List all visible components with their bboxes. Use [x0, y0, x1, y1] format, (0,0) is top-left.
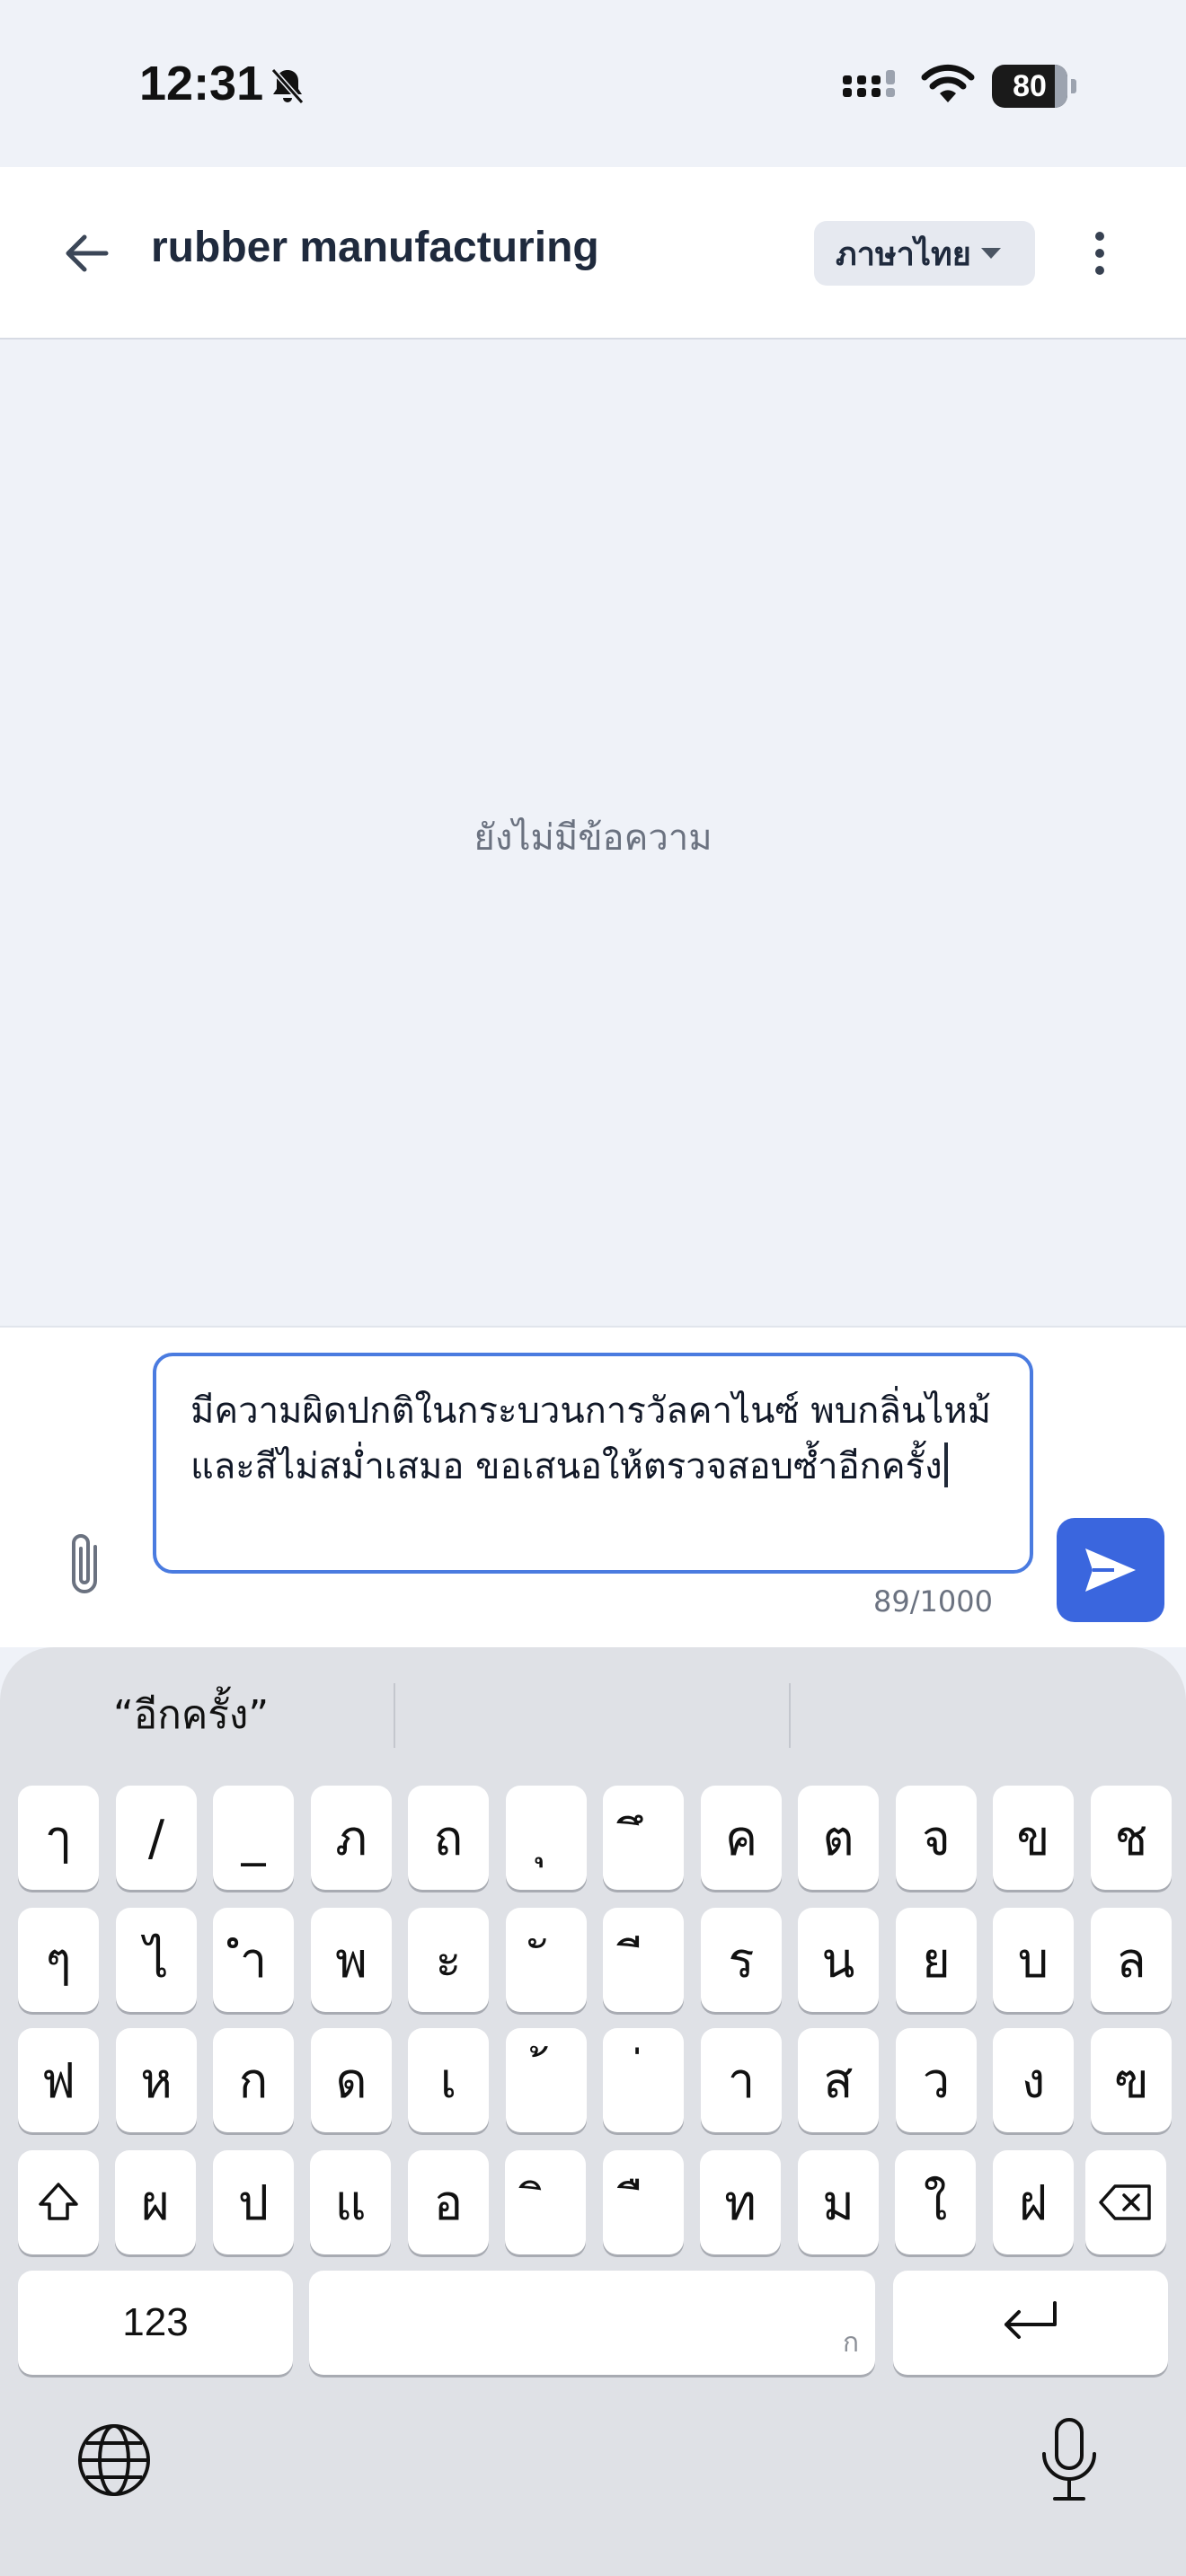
chevron-down-icon	[981, 248, 1001, 259]
key-row3-2[interactable]: ก	[213, 2028, 294, 2132]
key-row4-4[interactable]: ิ	[505, 2150, 586, 2254]
key-row2-7[interactable]: ร	[701, 1908, 782, 2012]
key-row1-6[interactable]: ึ	[603, 1786, 684, 1890]
more-vertical-icon	[1095, 232, 1104, 241]
status-time: 12:31	[139, 57, 264, 110]
battery-icon: 80	[992, 65, 1076, 108]
key-row4-7[interactable]: ม	[798, 2150, 879, 2254]
key-row1-1[interactable]: /	[116, 1786, 197, 1890]
bell-slash-icon	[270, 68, 305, 104]
key-row3-6[interactable]: ่	[603, 2028, 684, 2132]
shift-key[interactable]	[18, 2150, 99, 2254]
back-arrow-icon	[66, 234, 109, 272]
space-key[interactable]: ก	[309, 2271, 875, 2375]
key-row2-3[interactable]: พ	[311, 1908, 392, 2012]
send-button[interactable]	[1057, 1518, 1164, 1622]
message-list: ยังไม่มีข้อความ	[0, 340, 1186, 1328]
key-row3-1[interactable]: ห	[116, 2028, 197, 2132]
more-options-button[interactable]	[1078, 221, 1121, 286]
suggestion-1[interactable]: “อีกครั้ง”	[113, 1683, 269, 1746]
key-row1-8[interactable]: ต	[798, 1786, 879, 1890]
key-row2-4[interactable]: ะ	[408, 1908, 489, 2012]
key-row1-7[interactable]: ค	[701, 1786, 782, 1890]
key-row1-3[interactable]: ภ	[311, 1786, 392, 1890]
key-row3-9[interactable]: ว	[896, 2028, 977, 2132]
key-row2-2[interactable]: ำ	[213, 1908, 294, 2012]
key-row2-8[interactable]: น	[798, 1908, 879, 2012]
key-row1-5[interactable]: ุ	[506, 1786, 587, 1890]
thai-keyboard: “อีกครั้ง” ๅ/_ภถุึคตจขชๆไำพะัีรนยบลฟหกดเ…	[0, 1647, 1186, 2576]
app-header: rubber manufacturing ภาษาไทย	[0, 167, 1186, 340]
char-counter: 89/1000	[873, 1584, 993, 1619]
globe-icon[interactable]	[74, 2420, 155, 2501]
key-row4-5[interactable]: ื	[603, 2150, 684, 2254]
key-row2-11[interactable]: ล	[1091, 1908, 1172, 2012]
battery-level: 80	[992, 65, 1067, 108]
backspace-icon	[1099, 2184, 1151, 2220]
key-row4-9[interactable]: ฝ	[993, 2150, 1074, 2254]
key-row4-1[interactable]: ป	[213, 2150, 294, 2254]
send-icon	[1085, 1548, 1136, 1592]
microphone-icon[interactable]	[1033, 2414, 1105, 2504]
key-row3-4[interactable]: เ	[408, 2028, 489, 2132]
key-row4-0[interactable]: ผ	[115, 2150, 196, 2254]
key-row2-1[interactable]: ไ	[116, 1908, 197, 2012]
key-row3-5[interactable]: ้	[506, 2028, 587, 2132]
key-row3-7[interactable]: า	[701, 2028, 782, 2132]
language-select[interactable]: ภาษาไทย	[814, 221, 1035, 286]
message-input-text: มีความผิดปกติในกระบวนการวัลคาไนซ์ พบกลิ่…	[190, 1390, 992, 1487]
key-row1-11[interactable]: ช	[1091, 1786, 1172, 1890]
return-key[interactable]	[893, 2271, 1168, 2375]
numbers-key[interactable]: 123	[18, 2271, 293, 2375]
key-row4-2[interactable]: แ	[310, 2150, 391, 2254]
key-row2-6[interactable]: ี	[603, 1908, 684, 2012]
key-row3-0[interactable]: ฟ	[18, 2028, 99, 2132]
page-title: rubber manufacturing	[151, 224, 599, 271]
key-row4-3[interactable]: อ	[408, 2150, 489, 2254]
key-row2-5[interactable]: ั	[506, 1908, 587, 2012]
key-row1-10[interactable]: ข	[993, 1786, 1074, 1890]
key-row2-10[interactable]: บ	[993, 1908, 1074, 2012]
key-row1-0[interactable]: ๅ	[18, 1786, 99, 1890]
status-bar: 12:31 80	[0, 0, 1186, 167]
back-button[interactable]	[54, 221, 119, 286]
key-row1-9[interactable]: จ	[896, 1786, 977, 1890]
backspace-key[interactable]	[1085, 2150, 1166, 2254]
paperclip-icon[interactable]	[59, 1527, 113, 1602]
space-hint: ก	[842, 2327, 859, 2359]
key-row3-3[interactable]: ด	[311, 2028, 392, 2132]
key-row1-4[interactable]: ถ	[408, 1786, 489, 1890]
signal-icon	[843, 70, 895, 97]
key-row3-10[interactable]: ง	[993, 2028, 1074, 2132]
language-select-value: ภาษาไทย	[836, 235, 971, 273]
message-input[interactable]: มีความผิดปกติในกระบวนการวัลคาไนซ์ พบกลิ่…	[153, 1353, 1033, 1574]
key-row4-6[interactable]: ท	[700, 2150, 781, 2254]
key-row2-9[interactable]: ย	[896, 1908, 977, 2012]
text-cursor	[943, 1442, 948, 1487]
wifi-icon	[921, 64, 975, 102]
suggestion-bar: “อีกครั้ง”	[0, 1647, 1186, 1773]
shift-icon	[39, 2183, 78, 2220]
key-row1-2[interactable]: _	[213, 1786, 294, 1890]
key-row3-8[interactable]: ส	[798, 2028, 879, 2132]
key-row2-0[interactable]: ๆ	[18, 1908, 99, 2012]
key-row4-8[interactable]: ใ	[895, 2150, 976, 2254]
return-icon	[1005, 2301, 1057, 2339]
message-composer: มีความผิดปกติในกระบวนการวัลคาไนซ์ พบกลิ่…	[0, 1328, 1186, 1647]
key-row3-11[interactable]: ฃ	[1091, 2028, 1172, 2132]
empty-state-text: ยังไม่มีข้อความ	[474, 817, 712, 859]
